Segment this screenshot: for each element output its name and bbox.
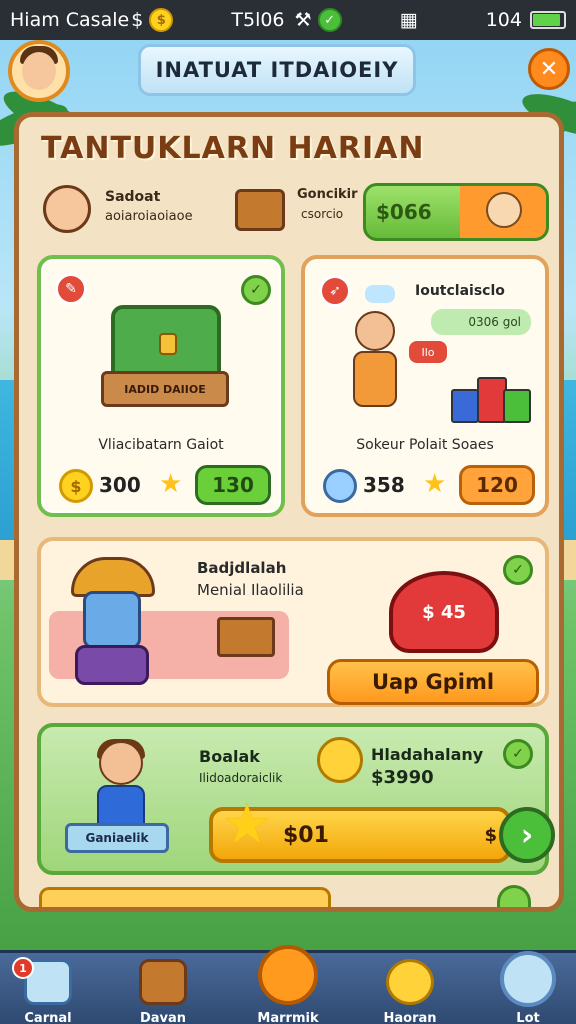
gift-offer-title: Ioutclaisclo [415, 283, 505, 299]
notification-badge: 1 [12, 957, 34, 979]
carrier-suffix: $ [131, 9, 144, 31]
chest-offer-cost: 300 [99, 473, 141, 497]
big-star-icon: ★ [221, 792, 273, 857]
basket-icon [217, 617, 275, 657]
nav-item-market[interactable]: Marrmik [240, 945, 336, 1024]
chest-offer-label: Vliacibatarn Gaiot [98, 437, 224, 453]
gift-offer-cost: 358 [363, 473, 405, 497]
nav-item-chest[interactable]: Davan [115, 953, 211, 1024]
battery-level [532, 14, 561, 26]
next-arrow-button[interactable]: › [499, 807, 555, 863]
nav-label: Carnal [24, 1011, 72, 1024]
mascot-icon [460, 186, 546, 238]
reward-row-subtitle: aoiaroiaoiaoe [105, 209, 193, 224]
check-icon: ✓ [317, 8, 342, 32]
amount-bar[interactable]: ★ $01 $ [209, 795, 511, 863]
star-icon: ★ [159, 469, 183, 499]
boy-reward-card[interactable]: Ganiaelik Boalak Ilidoadoraiclik Hladaha… [37, 723, 555, 875]
signal-icon: ⚒ [294, 9, 312, 31]
check-badge-icon: ✓ [503, 555, 533, 585]
daily-tasks-panel: TANTUKLARN HARIAN Sadoat aoiaroiaoiaoe G… [14, 112, 564, 912]
cube-icon: ▦ [399, 9, 418, 31]
amount-symbol: $ [484, 825, 497, 846]
page-title: INATUAT ITDAIOEIY [138, 44, 416, 96]
star-icon: ★ [423, 469, 447, 499]
gift-offer-label: Sokeur Polait Soaes [356, 437, 494, 453]
nav-label: Davan [139, 1011, 187, 1024]
check-badge-icon: ✓ [241, 275, 271, 305]
nav-label: Lot [516, 1011, 540, 1024]
wizard-deal-card[interactable]: Badjdlalah Menial Ilaolilia ✓ $ 45 Uap G… [37, 537, 549, 707]
small-chest-icon [235, 189, 285, 231]
rocket-icon: ➶ [319, 275, 351, 307]
girl-avatar-icon [43, 185, 91, 233]
status-time: T5l06 [231, 9, 285, 31]
scroll-label: Ganiaelik [65, 823, 169, 853]
nav-label: Marrmik [257, 1011, 319, 1024]
wizard-deal-title: Badjdlalah [197, 559, 287, 577]
reward-item-sub: csorcio [301, 207, 344, 221]
coin-icon: $ [149, 8, 174, 32]
chest-offer-button[interactable]: 130 [195, 465, 271, 505]
status-bar: Hiam Casale $ $ T5l06 ⚒ ✓ ▦ 104 [0, 0, 576, 40]
price-value: $066 [376, 200, 432, 224]
boy-reward-subtitle: Ilidoadoraiclik [199, 771, 283, 785]
feather-icon: ✎ [55, 273, 87, 305]
next-card-peek [39, 887, 331, 907]
reward-row-name: Sadoat [105, 189, 161, 205]
close-button[interactable]: ✕ [528, 48, 570, 90]
carrier-name: Hiam Casale [10, 9, 130, 31]
reward-item-label: Goncikir [297, 187, 358, 202]
check-badge-icon: ✓ [503, 739, 533, 769]
battery-icon [529, 11, 566, 29]
gift-offer-button[interactable]: 120 [459, 465, 535, 505]
nav-item-home[interactable]: 1 Carnal [0, 953, 96, 1024]
lion-icon [317, 737, 363, 783]
coin-icon: $ [59, 469, 93, 503]
cat-face-icon [500, 951, 556, 1007]
player-avatar[interactable] [8, 40, 70, 102]
nav-label: Haoran [383, 1011, 437, 1024]
bottom-nav: 1 Carnal Davan Marrmik Haoran Lot [0, 945, 576, 1024]
gift-boxes-icon [451, 363, 535, 427]
gift-offer-card[interactable]: ➶ Ioutclaisclo 0306 gol Ilo Sokeur Polai… [301, 255, 549, 517]
reward-title: Hladahalany [371, 745, 484, 764]
wizard-deal-button[interactable]: Uap Gpiml [327, 659, 539, 705]
boy-reward-title: Boalak [199, 747, 260, 766]
next-card-badge [497, 885, 531, 907]
chest-icon [139, 959, 187, 1005]
money-bag-icon: $ 45 [389, 571, 499, 653]
battery-text: 104 [485, 9, 522, 31]
amount-value: $01 [283, 823, 329, 848]
price-pill-button[interactable]: $066 [363, 183, 549, 241]
water-drop-icon [323, 469, 357, 503]
kid-character-icon [345, 311, 405, 411]
wizard-character-icon [57, 557, 167, 687]
chest-offer-card[interactable]: ✎ ✓ IADID DAIIOE Vliacibatarn Gaiot $ 30… [37, 255, 285, 517]
panel-heading: TANTUKLARN HARIAN [41, 131, 425, 166]
chest-plank-label: IADID DAIIOE [101, 371, 229, 407]
nav-item-friends[interactable]: Haoran [362, 953, 458, 1024]
reward-row: Sadoat aoiaroiaoiaoe Goncikir csorcio $0… [39, 179, 549, 243]
wizard-deal-subtitle: Menial Ilaolilia [197, 581, 304, 599]
gem-pill: 0306 gol [431, 309, 531, 335]
speech-bubble-icon [365, 285, 395, 303]
reward-value: $3990 [371, 767, 434, 788]
nav-item-more[interactable]: Lot [480, 951, 576, 1024]
speech-bubble-red: Ilo [409, 341, 447, 363]
box-icon [258, 945, 318, 1005]
mascot-face-icon [386, 959, 434, 1005]
